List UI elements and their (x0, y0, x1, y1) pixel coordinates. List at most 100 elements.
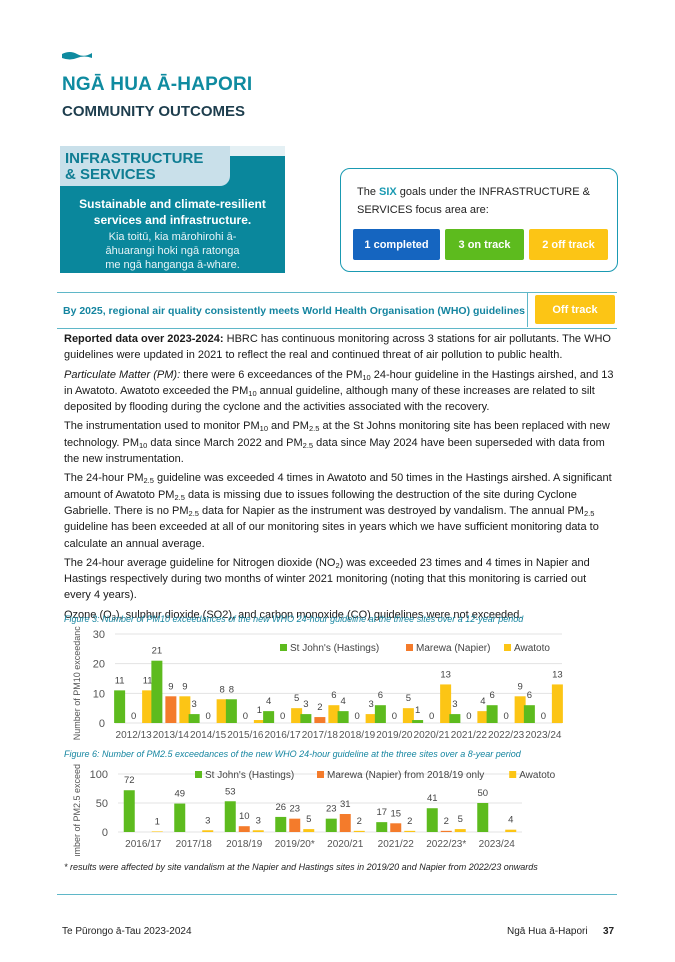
bar (477, 803, 489, 832)
data-label: 4 (480, 696, 485, 707)
bar (404, 830, 416, 832)
data-label: 5 (406, 693, 411, 704)
data-label: 15 (390, 808, 401, 819)
bar (376, 822, 388, 832)
x-tick-label: 2014/15 (190, 730, 227, 741)
bar (289, 818, 301, 832)
footer-section: Ngā Hua ā-Hapori (507, 926, 588, 937)
bar (337, 711, 349, 723)
page-number: 37 (603, 926, 615, 937)
data-label: 9 (168, 681, 173, 692)
data-label: 11 (143, 675, 153, 686)
paragraph: The instrumentation used to monitor PM10… (64, 418, 616, 467)
bar (325, 818, 337, 832)
bar (275, 816, 287, 832)
paragraph: Particulate Matter (PM): there were 6 ex… (64, 367, 616, 416)
bar (188, 714, 200, 723)
data-label: 49 (174, 789, 185, 800)
data-label: 2 (444, 816, 449, 827)
chart-footnote: * results were affected by site vandalis… (64, 862, 538, 872)
data-label: 6 (527, 690, 532, 701)
data-label: 13 (440, 669, 451, 680)
bar (314, 717, 326, 723)
data-label: 72 (124, 775, 135, 786)
bar (505, 829, 517, 832)
goal-status-badge: Off track (535, 295, 615, 324)
data-label: 10 (239, 811, 250, 822)
y-tick-label: 50 (96, 798, 108, 810)
data-label: 2 (407, 816, 412, 827)
data-label: 26 (275, 802, 286, 813)
bar (390, 823, 402, 832)
bar (300, 714, 312, 723)
bar (224, 801, 236, 832)
bar (202, 830, 214, 832)
data-label: 31 (340, 799, 351, 810)
footer-report-title: Te Pūrongo ā-Tau 2023-2024 (62, 926, 192, 937)
bar (252, 830, 264, 832)
text-segment: 2.5 (188, 508, 199, 518)
text-segment: Reported data over 2023-2024: (64, 333, 224, 345)
bar (412, 720, 424, 723)
data-label: 5 (458, 814, 463, 825)
bar (486, 705, 498, 723)
data-label: 2 (357, 816, 362, 827)
text-segment: 2.5 (302, 440, 314, 450)
x-tick-label: 2016/17 (265, 730, 302, 741)
pm25-chart: 0 50 100 Number of PM2.5 exceedances 2016/17… (72, 764, 556, 856)
data-label: 21 (152, 646, 163, 657)
text-segment: there were 6 exceedances of the PM (180, 368, 363, 381)
data-label: 3 (303, 699, 308, 710)
y-axis-label: Number of PM10 exceedances (72, 626, 82, 740)
text-segment: 10 (362, 372, 371, 382)
legend-entry: St John's (Hastings) (290, 643, 379, 654)
data-label: 3 (368, 699, 373, 710)
text-segment: Particulate Matter (PM): (64, 368, 181, 381)
y-tick-label: 0 (102, 827, 108, 839)
paragraph: The 24-hour average guideline for Nitrog… (64, 555, 616, 604)
data-label: 41 (427, 793, 438, 804)
data-label: 3 (256, 815, 261, 826)
bar (151, 660, 163, 723)
bar (174, 803, 186, 832)
data-label: 23 (326, 804, 337, 815)
data-label: 1 (415, 705, 420, 716)
x-tick-label: 2021/22 (378, 839, 415, 850)
data-label: 8 (229, 684, 234, 695)
data-label: 0 (466, 711, 471, 722)
data-label: 4 (340, 696, 345, 707)
data-label: 8 (219, 684, 224, 695)
x-tick-label: 2023/24 (479, 839, 516, 850)
focus-area-tagline: Sustainable and climate-resilient servic… (79, 197, 266, 227)
x-tick-label: 2017/18 (176, 839, 213, 850)
data-label: 1 (257, 705, 262, 716)
goal-text: By 2025, regional air quality consistent… (63, 305, 525, 317)
x-tick-label: 2022/23* (426, 839, 466, 850)
text-segment: The instrumentation used to monitor PM (64, 420, 260, 433)
data-label: 9 (182, 681, 187, 692)
goal-row: By 2025, regional air quality consistent… (57, 292, 617, 329)
text-segment: The 24-hour PM (64, 472, 144, 485)
x-tick-label: 2022/23 (488, 730, 525, 741)
bar (114, 690, 126, 723)
legend-entry: St John's (Hastings) (205, 770, 294, 781)
bar (353, 830, 365, 832)
data-label: 6 (378, 690, 383, 701)
text-segment: 2.5 (583, 508, 595, 518)
data-label: 1 (155, 816, 160, 827)
bar (523, 705, 535, 723)
data-label: 0 (205, 711, 210, 722)
x-tick-label: 2017/18 (302, 730, 339, 741)
bar (551, 684, 563, 723)
legend-entry: Marewa (Napier) from 2018/19 only (327, 770, 484, 781)
bar (263, 711, 275, 723)
x-tick-label: 2021/22 (451, 730, 488, 741)
data-label: 23 (289, 804, 300, 815)
data-label: 0 (131, 711, 136, 722)
data-label: 11 (115, 675, 125, 686)
x-tick-label: 2018/19 (339, 730, 376, 741)
y-axis-label: Number of PM2.5 exceedances (72, 764, 82, 856)
legend-swatch (406, 644, 413, 651)
data-label: 0 (429, 711, 434, 722)
bar (440, 830, 452, 832)
